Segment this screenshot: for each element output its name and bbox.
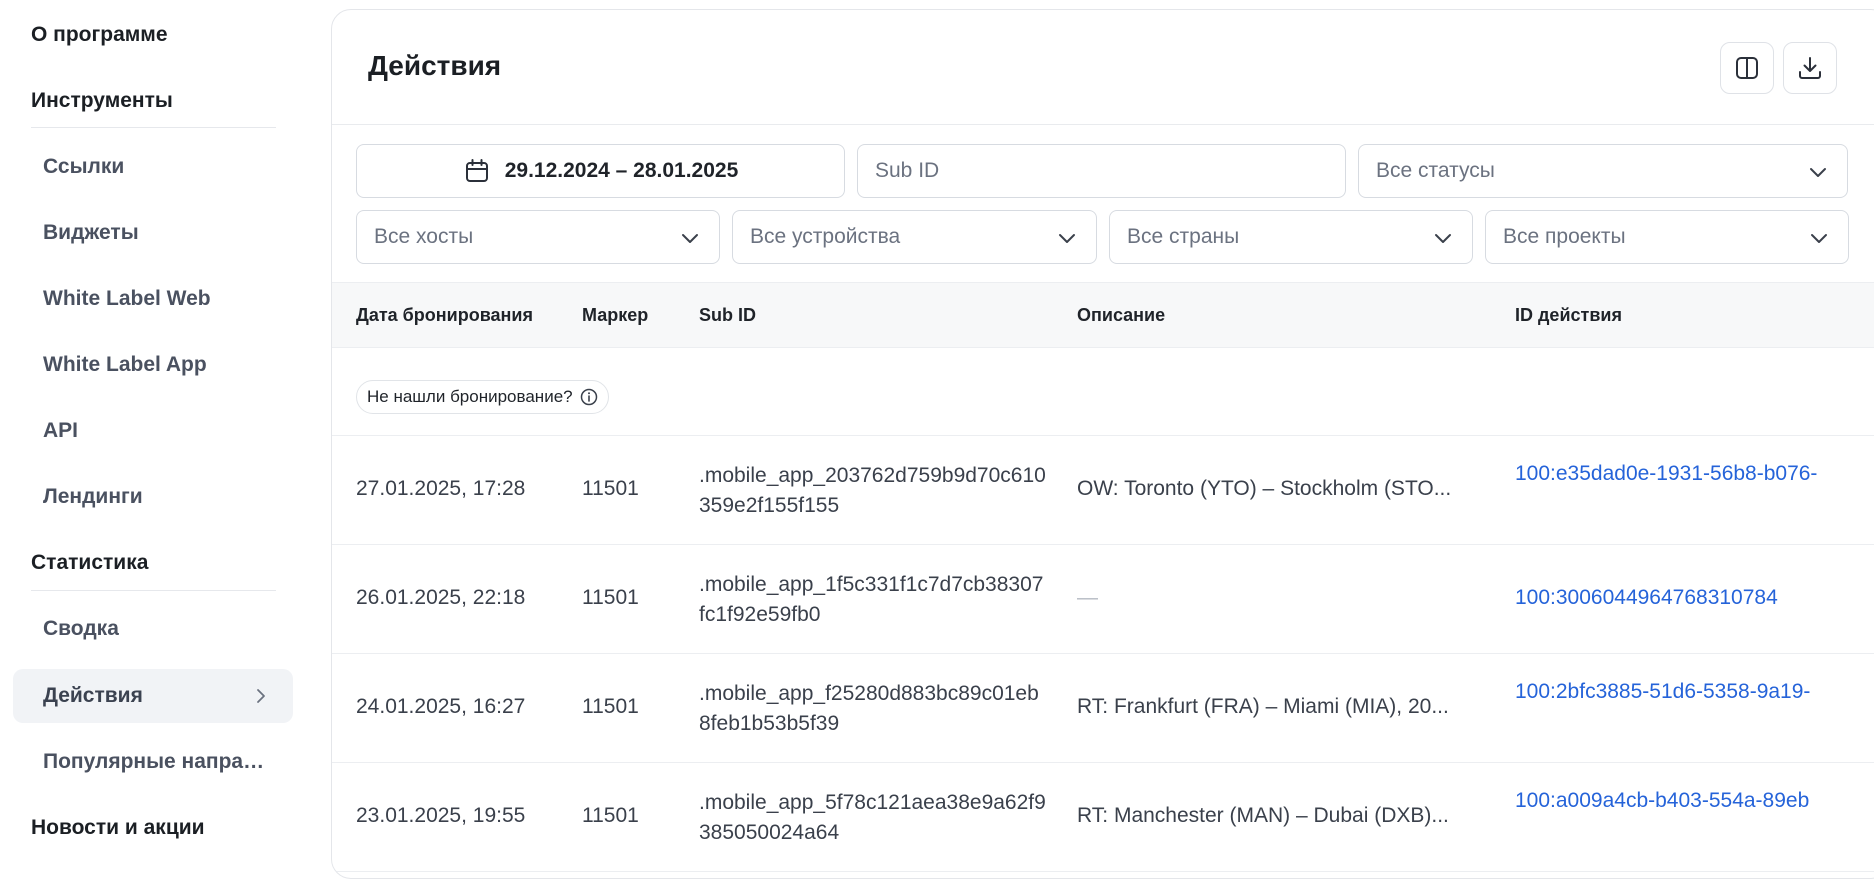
column-header-marker[interactable]: Маркер [582, 305, 648, 326]
action-id-link[interactable]: 100:a009a4cb-b403-554a-89eb [1515, 789, 1845, 813]
projects-select[interactable]: Все проекты [1485, 210, 1849, 264]
page-title: Действия [368, 50, 502, 81]
cell-sub-id: .mobile_app_203762d759b9d70c610359e2f155… [699, 464, 1046, 517]
sidebar-item-about[interactable]: О программе [31, 23, 168, 47]
table-row[interactable]: 27.01.2025, 17:28 11501 .mobile_app_2037… [332, 436, 1874, 545]
download-button[interactable] [1783, 42, 1837, 94]
projects-select-value: Все проекты [1503, 225, 1626, 248]
sidebar-heading-tools[interactable]: Инструменты [31, 89, 173, 113]
table-row[interactable]: 24.01.2025, 16:27 11501 .mobile_app_f252… [332, 654, 1874, 763]
sidebar-item-white-label-app[interactable]: White Label App [13, 338, 293, 392]
sidebar-divider [31, 590, 276, 591]
cell-booking-date: 27.01.2025, 17:28 [356, 477, 526, 500]
sidebar-item-label: Популярные направления [43, 750, 275, 773]
sidebar-item-label: White Label Web [43, 287, 211, 310]
calendar-icon [465, 159, 488, 182]
cell-booking-date: 23.01.2025, 19:55 [356, 804, 526, 827]
cell-description: RT: Frankfurt (FRA) – Miami (MIA), 20... [1077, 695, 1449, 718]
download-icon [1799, 57, 1821, 79]
cell-description: RT: Manchester (MAN) – Dubai (DXB)... [1077, 804, 1449, 827]
hosts-select[interactable]: Все хосты [356, 210, 720, 264]
sidebar-item-label: Лендинги [43, 485, 143, 508]
table-row[interactable]: 26.01.2025, 22:18 11501 .mobile_app_1f5c… [332, 545, 1874, 654]
cell-sub-id: .mobile_app_f25280d883bc89c01eb8feb1b53b… [699, 682, 1039, 735]
chevron-down-icon [1811, 234, 1827, 243]
sub-id-placeholder: Sub ID [875, 159, 940, 182]
sidebar: О программе Инструменты Ссылки Виджеты W… [0, 0, 310, 858]
table-header: Дата бронирования Маркер Sub ID Описание… [332, 282, 1874, 348]
sidebar-item-links[interactable]: Ссылки [13, 140, 293, 194]
notice-row: Не нашли бронирование? [332, 348, 1874, 436]
column-header-sub-id[interactable]: Sub ID [699, 305, 756, 326]
countries-select-value: Все страны [1127, 225, 1240, 248]
booking-not-found-label: Не нашли бронирование? [367, 387, 573, 406]
sidebar-item-label: Виджеты [43, 221, 139, 244]
column-header-booking-date[interactable]: Дата бронирования [356, 305, 533, 326]
chevron-down-icon [1059, 234, 1075, 243]
cell-sub-id: .mobile_app_5f78c121aea38e9a62f938505002… [699, 791, 1046, 844]
columns-icon [1736, 57, 1758, 79]
sidebar-item-actions[interactable]: Действия [13, 669, 293, 723]
sidebar-item-label: API [43, 419, 79, 442]
sidebar-heading-statistics[interactable]: Статистика [31, 551, 148, 575]
status-select[interactable]: Все статусы [1358, 144, 1848, 198]
chevron-down-icon [682, 234, 698, 243]
devices-select-value: Все устройства [750, 225, 901, 248]
cell-booking-date: 26.01.2025, 22:18 [356, 586, 526, 609]
columns-button[interactable] [1720, 42, 1774, 94]
header-divider [332, 124, 1874, 125]
sidebar-item-popular-destinations[interactable]: Популярные направления [13, 735, 293, 789]
cell-marker: 11501 [582, 586, 639, 609]
chevron-down-icon [1435, 234, 1451, 243]
sidebar-item-label: White Label App [43, 353, 207, 376]
sidebar-item-label: Сводка [43, 617, 119, 640]
cell-description-empty: — [1077, 586, 1098, 609]
info-icon [580, 388, 597, 406]
chevron-down-icon [1810, 168, 1826, 177]
sidebar-item-api[interactable]: API [13, 404, 293, 458]
sidebar-item-summary[interactable]: Сводка [13, 602, 293, 656]
sidebar-item-label: Ссылки [43, 155, 125, 178]
column-header-action-id[interactable]: ID действия [1515, 305, 1622, 326]
column-header-description[interactable]: Описание [1077, 305, 1165, 326]
date-range-value: 29.12.2024 – 28.01.2025 [504, 159, 739, 182]
date-range-picker[interactable]: 29.12.2024 – 28.01.2025 [356, 144, 845, 198]
devices-select[interactable]: Все устройства [732, 210, 1097, 264]
action-id-link[interactable]: 100:e35dad0e-1931-56b8-b076- [1515, 462, 1845, 486]
countries-select[interactable]: Все страны [1109, 210, 1473, 264]
sub-id-input[interactable]: Sub ID [857, 144, 1346, 198]
cell-description: OW: Toronto (YTO) – Stockholm (STO... [1077, 477, 1452, 500]
sidebar-item-white-label-web[interactable]: White Label Web [13, 272, 293, 326]
sidebar-item-label: Действия [43, 684, 143, 707]
sidebar-item-landings[interactable]: Лендинги [13, 470, 293, 524]
actions-card: Действия 29.12.2024 – 28.01.2025 Sub ID … [331, 9, 1874, 879]
status-select-value: Все статусы [1376, 159, 1495, 182]
sidebar-item-widgets[interactable]: Виджеты [13, 206, 293, 260]
chevron-right-icon [257, 689, 265, 703]
action-id-link[interactable]: 100:2bfc3885-51d6-5358-9a19- [1515, 680, 1845, 704]
cell-sub-id: .mobile_app_1f5c331f1c7d7cb38307fc1f92e5… [699, 573, 1044, 626]
action-id-link[interactable]: 100:3006044964768310784 [1515, 586, 1845, 610]
cell-marker: 11501 [582, 695, 639, 718]
table-row[interactable]: 23.01.2025, 19:55 11501 .mobile_app_5f78… [332, 763, 1874, 872]
cell-booking-date: 24.01.2025, 16:27 [356, 695, 526, 718]
hosts-select-value: Все хосты [374, 225, 474, 248]
cell-marker: 11501 [582, 804, 639, 827]
cell-marker: 11501 [582, 477, 639, 500]
sidebar-heading-news[interactable]: Новости и акции [31, 816, 205, 840]
booking-not-found-chip[interactable]: Не нашли бронирование? [356, 380, 609, 414]
sidebar-divider [31, 127, 276, 128]
